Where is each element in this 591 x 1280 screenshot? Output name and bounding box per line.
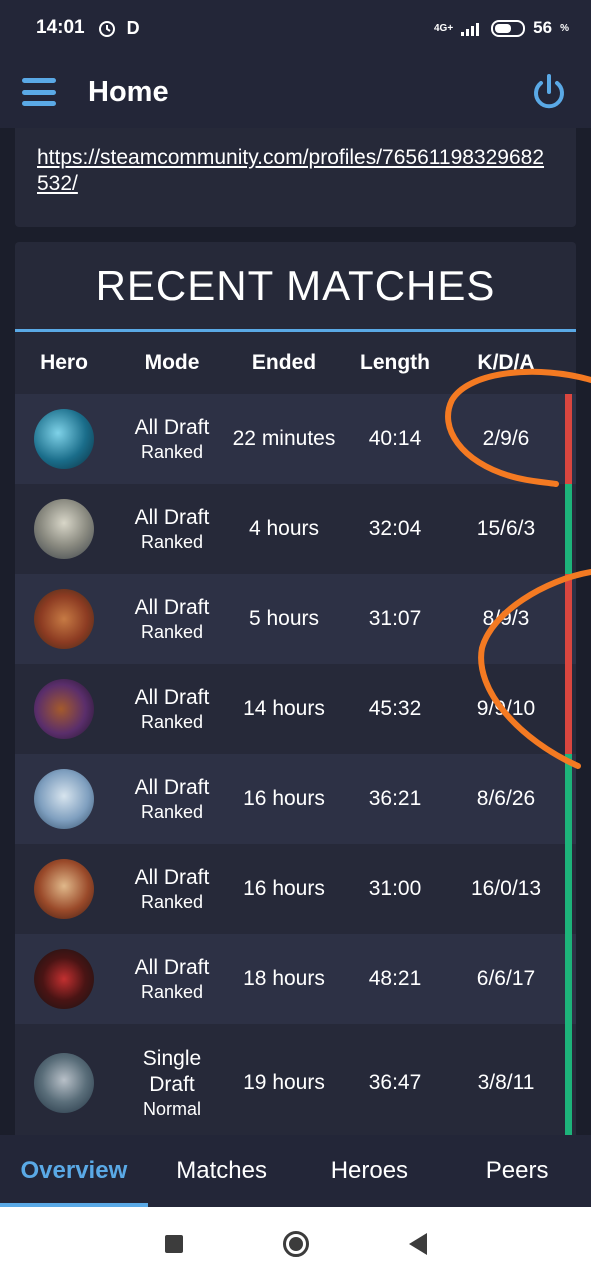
alarm-icon xyxy=(98,21,115,37)
match-row[interactable]: All Draft Ranked 22 minutes 40:14 2/9/6 xyxy=(15,394,576,484)
match-kda: 8/9/3 xyxy=(482,607,530,630)
match-ended: 5 hours xyxy=(248,607,320,630)
match-mode: All Draft xyxy=(134,956,210,979)
match-mode: All Draft xyxy=(134,416,210,439)
header-hero: Hero xyxy=(40,351,88,374)
match-ended: 19 hours xyxy=(243,1071,325,1094)
result-indicator-win xyxy=(565,1024,572,1135)
match-row[interactable]: Single Draft Normal 19 hours 36:47 3/8/11 xyxy=(15,1024,576,1135)
match-mode: All Draft xyxy=(134,506,210,529)
back-icon[interactable] xyxy=(408,1232,427,1255)
match-length: 48:21 xyxy=(368,967,422,990)
hero-shadow-fiend-icon xyxy=(34,949,94,1009)
battery-level: 56 xyxy=(533,18,553,37)
result-indicator-loss xyxy=(565,574,572,664)
match-length: 36:47 xyxy=(368,1071,422,1094)
match-length: 36:21 xyxy=(368,787,422,810)
network-label: 4G+ xyxy=(433,22,454,34)
bottom-tabs: Overview Matches Heroes Peers xyxy=(0,1135,591,1207)
header-mode: Mode xyxy=(144,351,200,374)
match-length: 40:14 xyxy=(368,427,422,450)
status-time: 14:01 xyxy=(36,17,85,38)
match-length: 45:32 xyxy=(368,697,422,720)
match-mode: All Draft xyxy=(134,776,210,799)
table-header: Hero Mode Ended Length K/D/A xyxy=(15,332,576,394)
hero-morphling-icon xyxy=(34,409,94,469)
match-type: Ranked xyxy=(140,622,204,642)
result-indicator-win xyxy=(565,484,572,574)
match-kda: 16/0/13 xyxy=(470,877,542,900)
match-mode: Single Draft xyxy=(142,1047,202,1096)
header-length: Length xyxy=(360,351,430,374)
match-ended: 22 minutes xyxy=(232,427,336,450)
home-icon[interactable] xyxy=(282,1230,309,1257)
match-ended: 4 hours xyxy=(248,517,320,540)
tab-heroes[interactable]: Heroes xyxy=(296,1135,444,1207)
match-kda: 2/9/6 xyxy=(482,427,530,450)
system-nav-bar xyxy=(0,1207,591,1280)
match-type: Ranked xyxy=(140,982,204,1002)
tab-peers[interactable]: Peers xyxy=(443,1135,591,1207)
result-indicator-win xyxy=(565,844,572,934)
match-ended: 16 hours xyxy=(243,787,325,810)
match-type: Ranked xyxy=(140,802,204,822)
match-row[interactable]: All Draft Ranked 16 hours 36:21 8/6/26 xyxy=(15,754,576,844)
header-kda: K/D/A xyxy=(477,351,535,374)
match-kda: 8/6/26 xyxy=(476,787,536,810)
hero-juggernaut-icon xyxy=(34,859,94,919)
match-row[interactable]: All Draft Ranked 14 hours 45:32 9/9/10 xyxy=(15,664,576,754)
match-type: Ranked xyxy=(140,892,204,912)
app-bar: Home xyxy=(0,56,591,128)
profile-card: https://steamcommunity.com/profiles/7656… xyxy=(15,128,576,227)
result-indicator-loss xyxy=(565,394,572,484)
steam-profile-link[interactable]: https://steamcommunity.com/profiles/7656… xyxy=(37,145,554,197)
match-ended: 16 hours xyxy=(243,877,325,900)
match-mode: All Draft xyxy=(134,866,210,889)
match-row[interactable]: All Draft Ranked 18 hours 48:21 6/6/17 xyxy=(15,934,576,1024)
result-indicator-win xyxy=(565,754,572,844)
match-ended: 14 hours xyxy=(243,697,325,720)
battery-unit: % xyxy=(560,22,569,34)
match-length: 32:04 xyxy=(368,517,422,540)
result-indicator-win xyxy=(565,934,572,1024)
match-kda: 3/8/11 xyxy=(477,1071,535,1094)
hero-faceless-void-icon xyxy=(34,679,94,739)
match-type: Ranked xyxy=(140,532,204,552)
status-bar: 14:01 D 4G+ 56 % xyxy=(0,0,591,56)
match-kda: 15/6/3 xyxy=(476,517,536,540)
match-length: 31:07 xyxy=(368,607,422,630)
match-mode: All Draft xyxy=(134,596,210,619)
match-type: Ranked xyxy=(140,442,204,462)
tab-matches[interactable]: Matches xyxy=(148,1135,296,1207)
recent-matches-title: RECENT MATCHES xyxy=(15,242,576,332)
hero-zeus-icon xyxy=(34,769,94,829)
match-row[interactable]: All Draft Ranked 16 hours 31:00 16/0/13 xyxy=(15,844,576,934)
result-indicator-loss xyxy=(565,664,572,754)
hero-monkey-king-icon xyxy=(34,589,94,649)
match-row[interactable]: All Draft Ranked 5 hours 31:07 8/9/3 xyxy=(15,574,576,664)
match-ended: 18 hours xyxy=(243,967,325,990)
carrier-icon: D xyxy=(126,17,140,38)
battery-icon xyxy=(491,19,526,37)
signal-icon xyxy=(461,23,480,36)
header-ended: Ended xyxy=(251,351,317,374)
power-icon[interactable] xyxy=(529,72,569,112)
match-kda: 9/9/10 xyxy=(476,697,536,720)
recents-icon[interactable] xyxy=(164,1234,183,1253)
match-row[interactable]: All Draft Ranked 4 hours 32:04 15/6/3 xyxy=(15,484,576,574)
match-length: 31:00 xyxy=(368,877,422,900)
match-kda: 6/6/17 xyxy=(476,967,536,990)
hero-clockwerk-icon xyxy=(34,499,94,559)
match-type: Normal xyxy=(142,1099,201,1119)
match-type: Ranked xyxy=(140,712,204,732)
match-mode: All Draft xyxy=(134,686,210,709)
tab-overview[interactable]: Overview xyxy=(0,1135,148,1207)
menu-icon[interactable] xyxy=(22,78,56,106)
page-title: Home xyxy=(88,75,169,108)
recent-matches-card: RECENT MATCHES Hero Mode Ended Length K/… xyxy=(15,242,576,1135)
hero-tiny-icon xyxy=(34,1053,94,1113)
